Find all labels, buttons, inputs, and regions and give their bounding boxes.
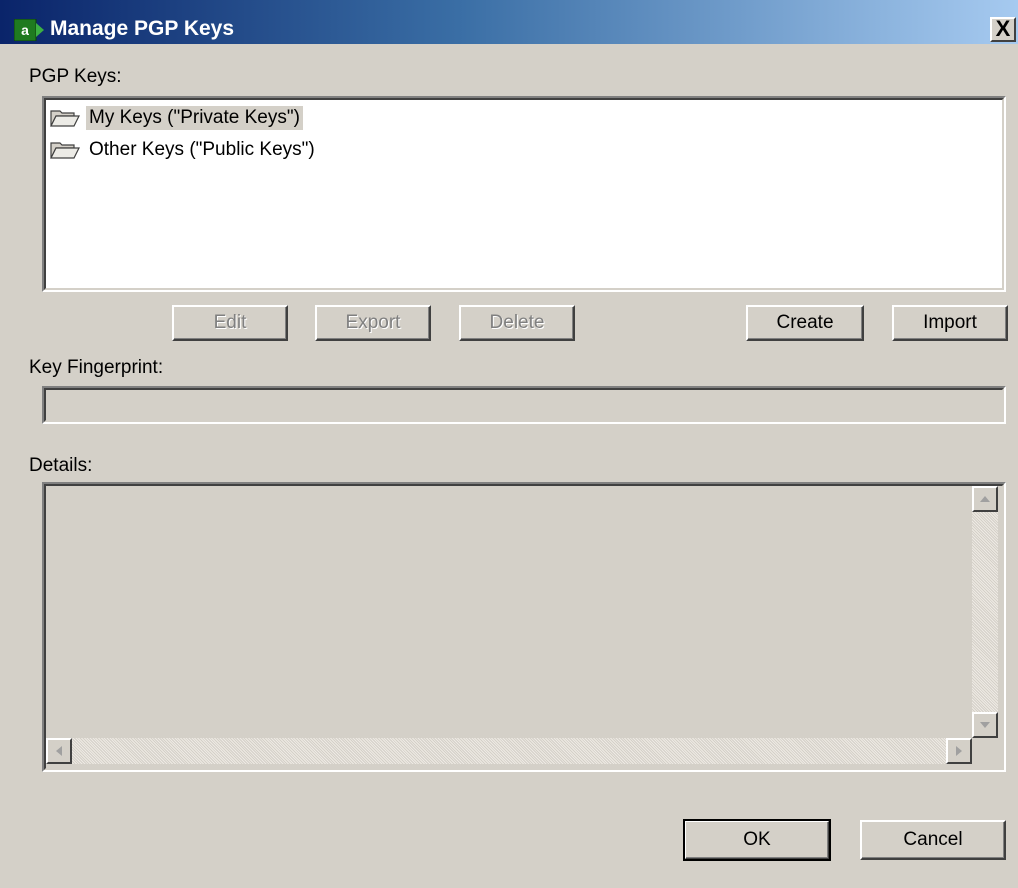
folder-open-icon (50, 110, 80, 127)
import-button[interactable]: Import (892, 305, 1008, 341)
close-button[interactable]: X (990, 17, 1016, 42)
create-button[interactable]: Create (746, 305, 864, 341)
close-icon: X (995, 16, 1011, 41)
window-title: Manage PGP Keys (50, 17, 235, 40)
key-fingerprint-field[interactable] (42, 386, 1006, 424)
ok-button[interactable]: OK (683, 819, 831, 861)
folder-open-icon (50, 142, 80, 159)
arrow-down-icon (980, 722, 990, 728)
scroll-up-button[interactable] (972, 486, 998, 512)
svg-text:a: a (21, 22, 29, 38)
app-logo-icon: a (14, 19, 44, 41)
tree-item-other-keys[interactable]: Other Keys ("Public Keys") (50, 136, 318, 164)
tree-item-label: My Keys ("Private Keys") (86, 106, 303, 130)
pgp-keys-tree[interactable]: My Keys ("Private Keys") Other Keys ("Pu… (42, 96, 1006, 292)
cancel-button[interactable]: Cancel (860, 820, 1006, 860)
scroll-down-button[interactable] (972, 712, 998, 738)
vertical-scrollbar[interactable] (972, 486, 998, 738)
edit-button[interactable]: Edit (172, 305, 288, 341)
horizontal-scrollbar[interactable] (46, 738, 972, 764)
title-bar: a Manage PGP Keys X (0, 0, 1018, 46)
arrow-up-icon (980, 496, 990, 502)
arrow-right-icon (956, 746, 962, 756)
tree-item-my-keys[interactable]: My Keys ("Private Keys") (50, 104, 303, 132)
details-label: Details: (29, 455, 93, 476)
arrow-left-icon (56, 746, 62, 756)
pgp-keys-label: PGP Keys: (29, 66, 122, 87)
scroll-right-button[interactable] (946, 738, 972, 764)
details-textarea[interactable] (42, 482, 1006, 772)
tree-item-label: Other Keys ("Public Keys") (89, 139, 315, 160)
key-fingerprint-label: Key Fingerprint: (29, 357, 164, 378)
scroll-corner (972, 738, 998, 764)
export-button[interactable]: Export (315, 305, 431, 341)
scroll-left-button[interactable] (46, 738, 72, 764)
delete-button[interactable]: Delete (459, 305, 575, 341)
